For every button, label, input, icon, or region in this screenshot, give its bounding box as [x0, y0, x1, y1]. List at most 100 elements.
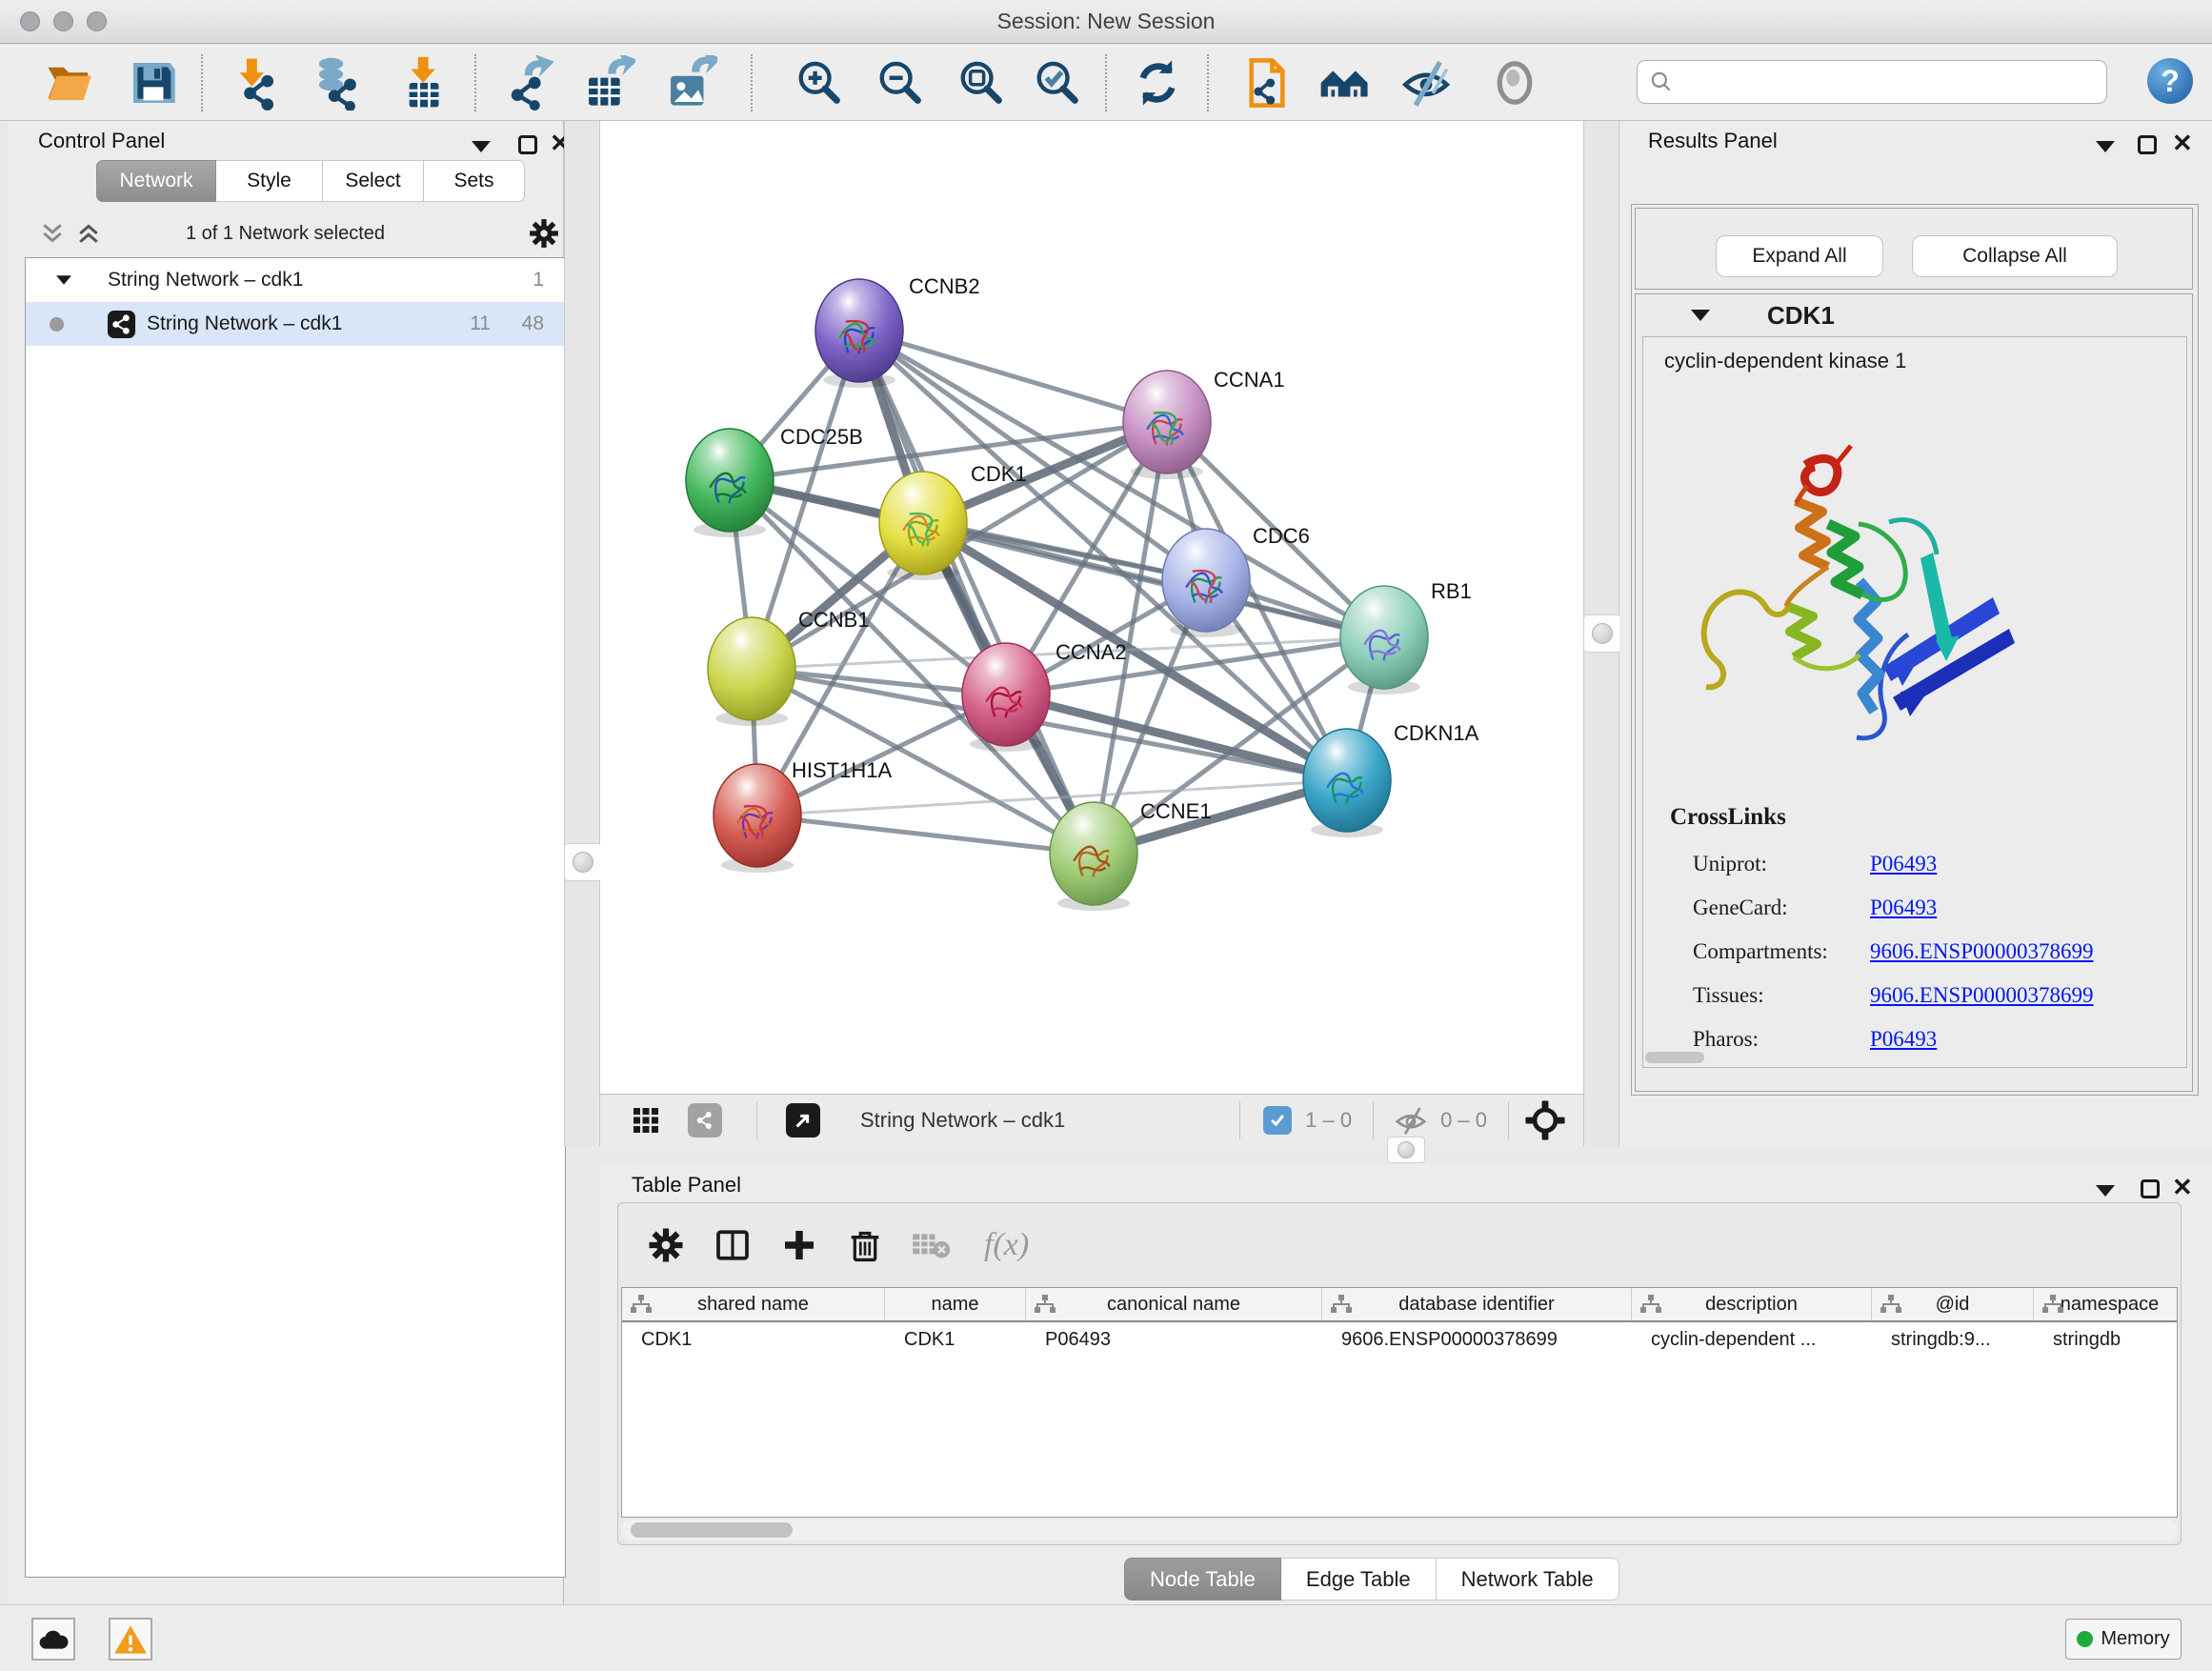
- delete-column-trash-icon[interactable]: [847, 1226, 883, 1264]
- crosslink-value-link[interactable]: 9606.ENSP00000378699: [1870, 983, 2094, 1008]
- database-network-icon: [309, 55, 364, 111]
- tab-node-table[interactable]: Node Table: [1124, 1558, 1281, 1601]
- network-canvas[interactable]: CCNB2CCNA1CDC25BCDK1CDC6RB1CCNB1CCNA2CDK…: [600, 121, 1583, 1094]
- add-column-icon[interactable]: [780, 1226, 818, 1264]
- crosslink-value-link[interactable]: 9606.ENSP00000378699: [1870, 939, 2094, 964]
- export-network-button[interactable]: [497, 52, 558, 113]
- table-cell[interactable]: P06493: [1026, 1322, 1322, 1357]
- tab-network[interactable]: Network: [96, 160, 216, 202]
- table-row[interactable]: CDK1CDK1P064939606.ENSP00000378699cyclin…: [622, 1322, 2177, 1357]
- left-splitter-handle[interactable]: [564, 843, 602, 881]
- network-overview-toggle[interactable]: [688, 1103, 722, 1137]
- right-splitter[interactable]: [1583, 121, 1619, 1146]
- table-cell[interactable]: 9606.ENSP00000378699: [1322, 1322, 1632, 1357]
- column-header-description[interactable]: description: [1632, 1288, 1872, 1320]
- selected-checkbox-icon[interactable]: [1263, 1106, 1292, 1135]
- export-table-button[interactable]: [577, 52, 638, 113]
- network-node-CCNE1[interactable]: [1050, 802, 1137, 911]
- table-settings-gear-icon[interactable]: [647, 1226, 685, 1264]
- import-network-from-database-button[interactable]: [306, 52, 367, 113]
- left-splitter[interactable]: [564, 121, 600, 1146]
- statusbar-separator: [1373, 1101, 1374, 1139]
- zoom-fit-button[interactable]: [951, 52, 1012, 113]
- show-columns-icon[interactable]: [714, 1226, 752, 1264]
- network-row[interactable]: String Network – cdk1 11 48: [26, 302, 565, 346]
- table-cell[interactable]: CDK1: [885, 1322, 1026, 1357]
- export-image-button[interactable]: [659, 52, 720, 113]
- table-panel-menu-button[interactable]: [2096, 1177, 2115, 1205]
- collapse-all-button[interactable]: Collapse All: [1912, 235, 2118, 277]
- tab-edge-table[interactable]: Edge Table: [1281, 1558, 1437, 1601]
- search-input[interactable]: [1674, 63, 2106, 101]
- results-panel-menu-button[interactable]: [2096, 132, 2115, 161]
- table-cell[interactable]: CDK1: [622, 1322, 885, 1357]
- network-node-CDKN1A[interactable]: [1303, 729, 1391, 837]
- open-session-button[interactable]: [40, 52, 101, 113]
- horizontal-splitter[interactable]: [600, 1146, 2212, 1165]
- warnings-button[interactable]: [109, 1618, 152, 1661]
- tab-sets[interactable]: Sets: [424, 160, 525, 202]
- node-table[interactable]: shared namenamecanonical namedatabase id…: [621, 1287, 2178, 1518]
- zoom-selected-button[interactable]: [1027, 52, 1088, 113]
- table-cell[interactable]: stringdb: [2034, 1322, 2178, 1357]
- table-panel-close-button[interactable]: ✕: [2172, 1173, 2193, 1201]
- horizontal-splitter-handle[interactable]: [1387, 1137, 1425, 1163]
- open-view-in-window-button[interactable]: [786, 1103, 820, 1137]
- hidden-eye-slash-icon[interactable]: [1393, 1102, 1429, 1138]
- table-hscrollbar-thumb[interactable]: [631, 1522, 793, 1538]
- results-panel-close-button[interactable]: ✕: [2172, 129, 2193, 157]
- crosslink-value-link[interactable]: P06493: [1870, 896, 1937, 920]
- column-header-namespace[interactable]: namespace: [2034, 1288, 2178, 1320]
- zoom-in-button[interactable]: [789, 52, 850, 113]
- expand-all-button[interactable]: Expand All: [1716, 235, 1883, 277]
- network-collection-row[interactable]: String Network – cdk1 1: [26, 258, 565, 302]
- table-cell[interactable]: stringdb:9...: [1872, 1322, 2034, 1357]
- network-edge-CCNE1-HIST1H1A[interactable]: [757, 815, 1094, 854]
- control-panel-float-button[interactable]: [518, 131, 537, 159]
- network-node-CCNB1[interactable]: [708, 617, 795, 726]
- right-splitter-handle[interactable]: [1583, 614, 1621, 653]
- column-header-canonical-name[interactable]: canonical name: [1026, 1288, 1322, 1320]
- control-panel: Control Panel ✕ Network Style Select Set…: [8, 121, 564, 1604]
- column-header-shared-name[interactable]: shared name: [622, 1288, 885, 1320]
- table-container: f(x) shared namenamecanonical namedataba…: [617, 1202, 2182, 1545]
- network-node-HIST1H1A[interactable]: [714, 764, 801, 873]
- birds-eye-view-icon[interactable]: [631, 1105, 661, 1136]
- network-node-CCNA1[interactable]: [1123, 371, 1211, 479]
- tab-network-table[interactable]: Network Table: [1437, 1558, 1619, 1601]
- node-section-header[interactable]: CDK1: [1636, 294, 2192, 336]
- results-panel-float-button[interactable]: [2138, 131, 2157, 159]
- import-network-from-file-button[interactable]: [225, 52, 286, 113]
- control-panel-menu-button[interactable]: [472, 132, 491, 161]
- import-table-from-file-button[interactable]: [394, 52, 455, 113]
- network-options-gear-icon[interactable]: [528, 217, 560, 250]
- network-from-document-button[interactable]: [1237, 52, 1297, 113]
- column-header-name[interactable]: name: [885, 1288, 1026, 1320]
- network-node-CDC25B[interactable]: [686, 429, 774, 537]
- tab-style[interactable]: Style: [216, 160, 323, 202]
- crosslink-value-link[interactable]: P06493: [1870, 1027, 1937, 1052]
- table-hscrollbar[interactable]: [621, 1520, 2178, 1540]
- column-header--id[interactable]: @id: [1872, 1288, 2034, 1320]
- column-header-database-identifier[interactable]: database identifier: [1322, 1288, 1632, 1320]
- network-node-CCNB2[interactable]: [815, 279, 903, 388]
- show-all-networks-button[interactable]: [1315, 52, 1376, 113]
- table-cell[interactable]: cyclin-dependent ...: [1632, 1322, 1872, 1357]
- help-button[interactable]: ?: [2147, 58, 2193, 104]
- network-edge-CCNB2-CCNE1[interactable]: [859, 331, 1094, 854]
- collection-expand-icon[interactable]: [56, 275, 71, 285]
- tab-select[interactable]: Select: [323, 160, 424, 202]
- zoom-out-button[interactable]: [870, 52, 931, 113]
- cloud-status-button[interactable]: [31, 1618, 75, 1661]
- hide-selected-button[interactable]: [1396, 52, 1457, 113]
- save-session-button[interactable]: [123, 52, 184, 113]
- memory-button[interactable]: Memory: [2065, 1619, 2182, 1660]
- crosslink-value-link[interactable]: P06493: [1870, 852, 1937, 876]
- results-hscroll-thumb[interactable]: [1645, 1052, 1704, 1063]
- network-node-RB1[interactable]: [1340, 586, 1428, 695]
- section-collapse-icon[interactable]: [1691, 310, 1710, 321]
- show-hidden-button[interactable]: [1484, 52, 1545, 113]
- refresh-view-button[interactable]: [1127, 52, 1188, 113]
- table-panel-float-button[interactable]: [2141, 1175, 2160, 1203]
- pan-crosshair-icon[interactable]: [1524, 1099, 1566, 1141]
